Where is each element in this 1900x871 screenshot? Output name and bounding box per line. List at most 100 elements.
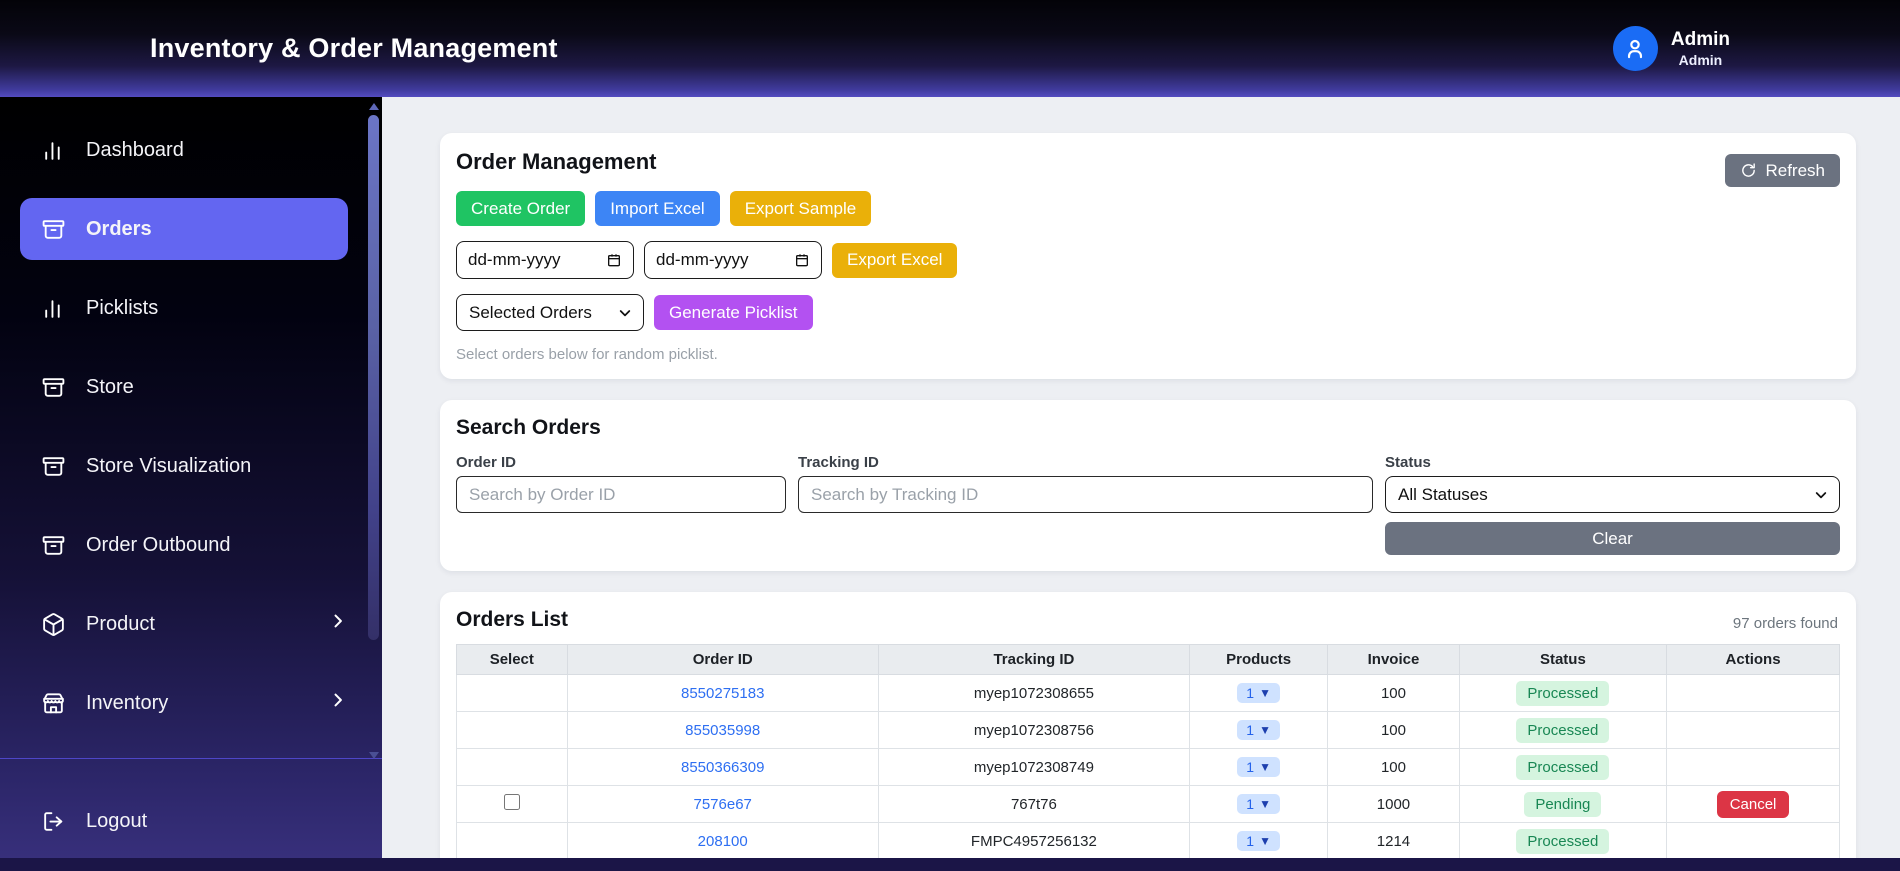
tracking-id-cell: FMPC4957256132	[877, 822, 1190, 860]
status-cell: Processed	[1458, 748, 1668, 786]
status-cell: Processed	[1458, 674, 1668, 712]
row-checkbox[interactable]	[503, 794, 520, 810]
sidebar-item-logout[interactable]: Logout	[0, 790, 348, 852]
avatar[interactable]	[1612, 26, 1658, 71]
select-chevron-icon	[617, 305, 633, 321]
bar-chart-icon	[40, 137, 66, 163]
status-cell: Processed	[1458, 711, 1668, 749]
sidebar-item-label: Orders	[86, 217, 152, 240]
sidebar-item-product[interactable]: Product	[0, 593, 348, 655]
chevron-right-icon	[328, 690, 348, 716]
order-id-cell: 208100	[566, 822, 879, 860]
products-dropdown-arrow-icon: ▼	[1259, 834, 1271, 848]
sidebar-scrollbar[interactable]	[367, 103, 380, 761]
tracking-id-cell: 767t76	[877, 785, 1190, 823]
actions-cell	[1666, 711, 1840, 749]
table-row: 8550275183 myep1072308655 1 ▼ 100 Processed	[456, 674, 1840, 712]
table-row: 7576e67 767t76 1 ▼ 1000 Pending Cancel	[456, 785, 1840, 823]
user-icon	[1628, 39, 1643, 58]
user-name: Admin	[1670, 29, 1730, 51]
actions-cell	[1666, 822, 1840, 860]
status-badge: Processed	[1516, 754, 1610, 780]
sidebar-item-inventory[interactable]: Inventory	[0, 672, 348, 734]
products-cell: 1 ▼	[1188, 711, 1329, 749]
tracking-id-search-input[interactable]	[798, 476, 1373, 513]
sidebar-item-store-visualization[interactable]: Store Visualization	[0, 435, 348, 497]
order-id-link[interactable]: 855035998	[685, 722, 760, 739]
clear-button[interactable]: Clear	[1385, 522, 1840, 555]
select-chevron-icon	[1813, 487, 1829, 503]
sidebar-item-label: Picklists	[86, 296, 159, 319]
status-select[interactable]: All Statuses	[1385, 476, 1840, 513]
select-cell	[456, 822, 568, 860]
tracking-id-cell: myep1072308749	[877, 748, 1190, 786]
archive-icon	[40, 216, 66, 242]
sidebar-item-dashboard[interactable]: Dashboard	[0, 119, 348, 181]
products-dropdown[interactable]: 1 ▼	[1237, 831, 1280, 851]
sidebar-item-store[interactable]: Store	[0, 356, 348, 418]
products-cell: 1 ▼	[1188, 822, 1329, 860]
order-id-link[interactable]: 208100	[698, 833, 748, 850]
refresh-button[interactable]: Refresh	[1725, 154, 1840, 187]
export-excel-button[interactable]: Export Excel	[832, 242, 958, 278]
date-to-input[interactable]: dd-mm-yyyy	[644, 241, 822, 279]
app-header: Inventory & Order Management Admin Admin	[0, 0, 1900, 97]
sidebar-item-label: Inventory	[86, 691, 169, 714]
status-field-group: Status All Statuses Clear	[1385, 454, 1840, 555]
products-dropdown[interactable]: 1 ▼	[1237, 720, 1280, 740]
products-dropdown-arrow-icon: ▼	[1259, 797, 1271, 811]
column-header-order-id: Order ID	[566, 644, 879, 675]
export-sample-button[interactable]: Export Sample	[729, 191, 872, 226]
order-id-link[interactable]: 7576e67	[694, 796, 752, 813]
invoice-cell: 100	[1327, 711, 1460, 749]
orders-table: Select Order ID Tracking ID Products Invoice…	[456, 644, 1840, 860]
logout-icon	[40, 808, 66, 834]
status-badge: Processed	[1516, 717, 1610, 743]
status-cell: Processed	[1458, 822, 1668, 860]
select-cell	[456, 785, 568, 823]
scrollbar-thumb[interactable]	[368, 115, 379, 640]
tracking-id-cell: myep1072308655	[877, 674, 1190, 712]
picklist-mode-select[interactable]: Selected Orders	[456, 294, 644, 331]
sidebar-item-label: Product	[86, 612, 155, 635]
order-id-label: Order ID	[456, 454, 517, 471]
scroll-down-arrow-icon[interactable]	[369, 752, 379, 759]
select-cell	[456, 674, 568, 712]
user-names: Admin Admin	[1671, 29, 1730, 68]
generate-picklist-button[interactable]: Generate Picklist	[654, 295, 813, 330]
order-id-search-input[interactable]	[456, 476, 786, 513]
products-dropdown[interactable]: 1 ▼	[1237, 757, 1280, 777]
sidebar-item-label: Logout	[86, 809, 148, 832]
table-row: 208100 FMPC4957256132 1 ▼ 1214 Processed	[456, 822, 1840, 860]
sidebar-item-label: Store	[86, 375, 134, 398]
create-order-button[interactable]: Create Order	[456, 191, 586, 226]
sidebar-item-order-outbound[interactable]: Order Outbound	[0, 514, 348, 576]
order-id-link[interactable]: 8550366309	[681, 759, 764, 776]
products-dropdown-arrow-icon: ▼	[1259, 760, 1271, 774]
order-management-card: Order Management Refresh Create Order Im…	[440, 133, 1856, 379]
products-dropdown[interactable]: 1 ▼	[1237, 794, 1280, 814]
select-cell	[456, 711, 568, 749]
cancel-order-button[interactable]: Cancel	[1716, 790, 1790, 818]
archive-icon	[40, 532, 66, 558]
products-dropdown[interactable]: 1 ▼	[1237, 683, 1280, 703]
sidebar-item-picklists[interactable]: Picklists	[0, 277, 348, 339]
orders-list-title: Orders List	[456, 608, 569, 631]
column-header-tracking-id: Tracking ID	[877, 644, 1190, 675]
sidebar-item-orders[interactable]: Orders	[20, 198, 348, 260]
tracking-id-label: Tracking ID	[798, 454, 879, 471]
table-row: 855035998 myep1072308756 1 ▼ 100 Processed	[456, 711, 1840, 749]
actions-cell	[1666, 748, 1840, 786]
scroll-up-arrow-icon[interactable]	[369, 103, 379, 110]
archive-icon	[40, 374, 66, 400]
status-badge: Processed	[1516, 680, 1610, 706]
status-label: Status	[1385, 454, 1431, 471]
user-menu[interactable]: Admin Admin	[1612, 26, 1730, 71]
import-excel-button[interactable]: Import Excel	[595, 191, 720, 226]
tracking-id-cell: myep1072308756	[877, 711, 1190, 749]
orders-table-body: 8550275183 myep1072308655 1 ▼ 100 Processed 85…	[456, 674, 1840, 860]
order-id-link[interactable]: 8550275183	[681, 685, 764, 702]
date-from-input[interactable]: dd-mm-yyyy	[456, 241, 634, 279]
package-icon	[40, 611, 66, 637]
app-title: Inventory & Order Management	[150, 33, 558, 63]
